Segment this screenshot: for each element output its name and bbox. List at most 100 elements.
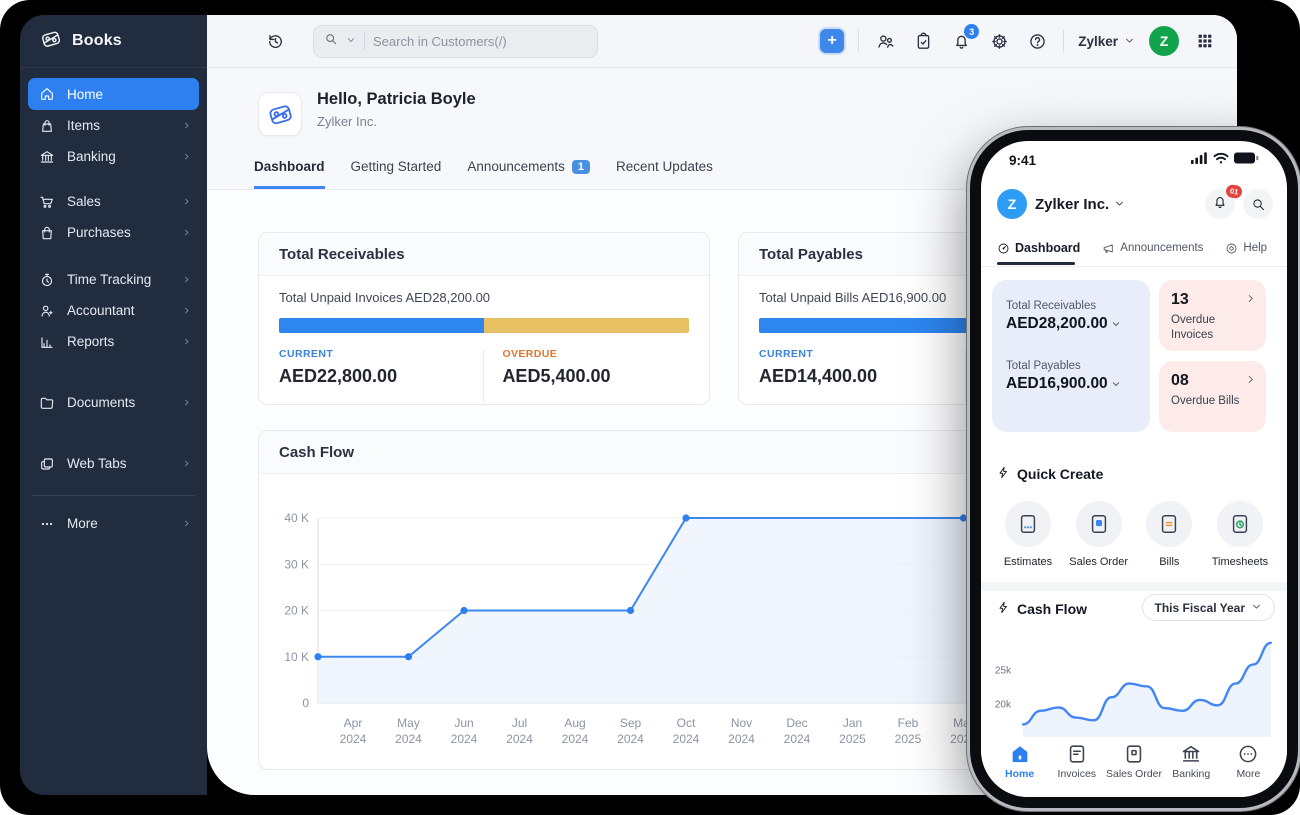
sidebar-item-sales[interactable]: Sales <box>28 186 199 217</box>
overdue-bills-card[interactable]: 08 Overdue Bills <box>1159 361 1266 432</box>
sidebar-item-home[interactable]: Home <box>28 78 199 110</box>
data-point-marker[interactable] <box>460 607 467 614</box>
phone-cashflow-chart[interactable]: 25k20k <box>983 637 1285 737</box>
banking-icon <box>39 149 55 165</box>
company-subtitle: Zylker Inc. <box>317 114 377 129</box>
tasks-icon <box>914 32 933 51</box>
user-avatar[interactable]: Z <box>1149 26 1179 56</box>
phone-search-icon[interactable] <box>1243 189 1273 219</box>
quick-create-sales-order[interactable]: Sales Order <box>1066 501 1132 568</box>
topbar-divider <box>1063 30 1064 52</box>
x-axis-tick-month: May <box>397 716 420 730</box>
x-axis-tick-year: 2024 <box>673 732 700 746</box>
history-icon <box>266 32 285 51</box>
signal-icon <box>1191 151 1208 169</box>
data-point-marker[interactable] <box>314 653 321 660</box>
quick-create-bills[interactable]: Bills <box>1136 501 1202 568</box>
phone-nav-sales-order[interactable]: Sales Order <box>1105 743 1162 780</box>
quick-create-circle <box>1146 501 1192 547</box>
sidebar-item-time-tracking[interactable]: Time Tracking <box>28 264 199 295</box>
sidebar-item-items[interactable]: Items <box>28 110 199 141</box>
phone-org-avatar[interactable]: Z <box>997 189 1027 219</box>
overdue-bills-label: Overdue Bills <box>1171 394 1254 409</box>
x-axis-tick-month: Jun <box>454 716 473 730</box>
fiscal-year-filter[interactable]: This Fiscal Year <box>1142 594 1276 621</box>
tab-announcements[interactable]: Announcements1 <box>467 159 590 189</box>
chevron-right-icon <box>182 306 191 315</box>
x-axis-tick-month: Dec <box>786 716 807 730</box>
overdue-invoices-label: Overdue Invoices <box>1171 313 1254 343</box>
data-point-marker[interactable] <box>627 607 634 614</box>
help-icon[interactable] <box>1025 29 1049 53</box>
phone-tab-help[interactable]: Help <box>1225 242 1267 255</box>
sidebar-item-label: Time Tracking <box>67 272 151 287</box>
apps-grid-icon[interactable] <box>1193 29 1217 53</box>
quick-create-timesheets[interactable]: Timesheets <box>1207 501 1273 568</box>
chevron-down-icon <box>1111 379 1121 389</box>
data-point-marker[interactable] <box>405 653 412 660</box>
settings-gear-icon[interactable] <box>987 29 1011 53</box>
phone-nav-invoices[interactable]: Invoices <box>1048 743 1105 780</box>
phone-y-axis-tick: 20k <box>995 700 1012 711</box>
tab-getting-started[interactable]: Getting Started <box>351 159 442 189</box>
bill-doc-icon <box>1158 513 1180 535</box>
search-divider <box>364 33 365 50</box>
sidebar-item-purchases[interactable]: Purchases <box>28 217 199 248</box>
chevron-right-small-icon <box>182 152 191 161</box>
x-axis-tick-month: Feb <box>898 716 919 730</box>
referrals-icon[interactable] <box>873 29 897 53</box>
tab-dashboard[interactable]: Dashboard <box>254 159 325 189</box>
chevron-right-icon <box>182 228 191 237</box>
signal-icon <box>1191 152 1208 164</box>
data-point-marker[interactable] <box>960 514 967 521</box>
payables-value[interactable]: AED16,900.00 <box>1006 375 1136 393</box>
lightning-bolt-icon <box>997 466 1010 479</box>
chevron-down-icon <box>1124 34 1135 49</box>
sidebar-item-accountant[interactable]: Accountant <box>28 295 199 326</box>
search-input[interactable]: Search in Customers(/) <box>313 25 598 58</box>
search-icon <box>1251 197 1266 212</box>
chevron-right-icon <box>182 337 191 346</box>
receivables-value[interactable]: AED28,200.00 <box>1006 315 1136 333</box>
sidebar-item-web-tabs[interactable]: Web Tabs <box>28 448 199 479</box>
phone-tab-announcements[interactable]: Announcements <box>1102 242 1203 255</box>
phone-org-switcher[interactable]: Zylker Inc. <box>1035 196 1125 213</box>
sidebar-item-banking[interactable]: Banking <box>28 141 199 172</box>
phone-nav-more[interactable]: More <box>1220 743 1277 780</box>
chevron-right-small-icon <box>1245 374 1256 385</box>
chevron-right-small-icon <box>182 459 191 468</box>
phone-notifications-icon[interactable]: 01 <box>1205 189 1235 219</box>
x-axis-tick-month: Sep <box>620 716 642 730</box>
quick-create-estimates[interactable]: Estimates <box>995 501 1061 568</box>
sidebar-item-label: Home <box>67 87 103 102</box>
overdue-invoices-card[interactable]: 13 Overdue Invoices <box>1159 280 1266 351</box>
y-axis-tick: 0 <box>302 696 309 710</box>
sidebar-item-reports[interactable]: Reports <box>28 326 199 357</box>
history-icon[interactable] <box>263 29 287 53</box>
phone-tab-dashboard[interactable]: Dashboard <box>997 241 1080 255</box>
notifications-icon <box>1212 194 1228 210</box>
quick-add-button[interactable]: + <box>820 29 844 53</box>
phone-nav-banking[interactable]: Banking <box>1163 743 1220 780</box>
notifications-icon[interactable]: 3 <box>949 29 973 53</box>
phone-nav-home[interactable]: Home <box>991 743 1048 780</box>
receivables-label: Total Receivables <box>1006 300 1136 312</box>
search-placeholder: Search in Customers(/) <box>373 34 507 49</box>
phone-summary-card: Total Receivables AED28,200.00 Total Pay… <box>992 280 1150 432</box>
books-logo-icon <box>40 28 62 50</box>
tasks-icon[interactable] <box>911 29 935 53</box>
phone-bottom-nav: HomeInvoicesSales OrderBankingMore <box>981 737 1287 797</box>
tab-count-badge: 1 <box>572 160 590 174</box>
x-axis-tick-year: 2024 <box>506 732 533 746</box>
overdue-bills-count: 08 <box>1171 372 1254 390</box>
tab-recent-updates[interactable]: Recent Updates <box>616 159 713 189</box>
search-scope-caret-icon[interactable] <box>346 32 356 50</box>
x-axis-tick-month: Nov <box>731 716 752 730</box>
chevron-right-small-icon <box>182 228 191 237</box>
status-time: 9:41 <box>1009 153 1036 168</box>
org-switcher[interactable]: Zylker <box>1078 34 1135 49</box>
data-point-marker[interactable] <box>682 514 689 521</box>
sidebar-item-more[interactable]: More <box>28 508 199 539</box>
x-axis-tick-year: 2024 <box>395 732 422 746</box>
sidebar-item-documents[interactable]: Documents <box>28 387 199 418</box>
